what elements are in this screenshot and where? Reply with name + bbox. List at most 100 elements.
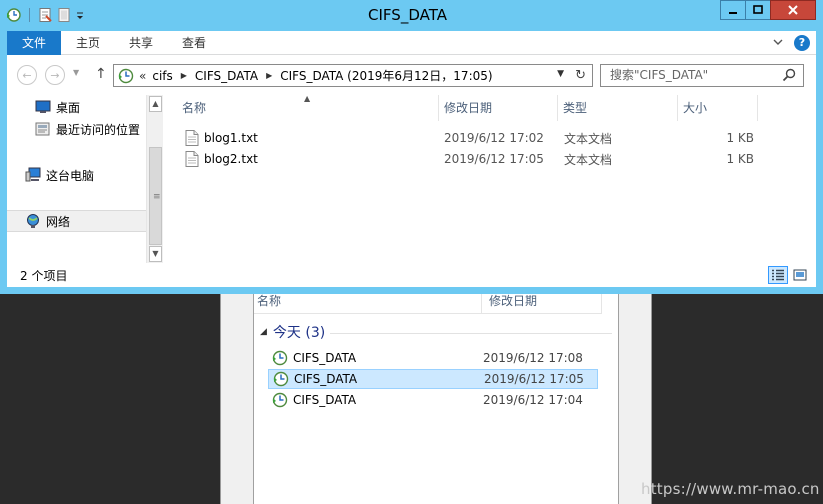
sidebar-item-recent-places[interactable]: 最近访问的位置 [7,118,146,140]
address-dropdown-icon[interactable]: ▼ [557,69,564,79]
large-icons-view-button[interactable] [790,266,810,284]
breadcrumb-separator-icon[interactable]: ▶ [181,71,187,80]
item-count: 2 个项目 [20,269,68,283]
file-list-header: ▲ 名称 修改日期 类型 大小 [165,95,758,121]
previous-versions-list: 名称 修改日期 ◢ 今天 (3) CIFS_DATA 2019/6/12 17:… [253,290,619,504]
version-row[interactable]: CIFS_DATA 2019/6/12 17:08 [268,348,598,368]
details-view-button[interactable] [768,266,788,284]
sidebar-item-label: 网络 [46,214,71,229]
version-name: CIFS_DATA [294,372,358,386]
refresh-icon[interactable]: ↻ [575,68,586,83]
title-bar[interactable]: CIFS_DATA [0,0,823,31]
version-row[interactable]: CIFS_DATA 2019/6/12 17:04 [268,390,598,410]
file-name: blog2.txt [204,152,258,166]
network-folder-icon [273,371,289,387]
breadcrumb-item[interactable]: CIFS_DATA [195,69,258,83]
search-placeholder: 搜索"CIFS_DATA" [610,68,709,82]
large-icons-view-icon [793,269,807,281]
sidebar-item-label: 桌面 [56,100,81,115]
network-folder-icon [272,392,288,408]
file-name: blog1.txt [204,131,258,145]
text-file-icon [185,151,199,167]
column-header-size[interactable]: 大小 [678,95,758,121]
breadcrumb-item[interactable]: CIFS_DATA (2019年6月12日，17:05) [280,67,492,84]
details-view-icon [772,269,784,281]
collapse-triangle-icon[interactable]: ◢ [260,327,267,337]
column-header-type[interactable]: 类型 [558,95,678,121]
tab-file[interactable]: 文件 [7,31,61,55]
text-file-icon [185,130,199,146]
content-area: 桌面 最近访问的位置 这台电脑 网络 ▲ ≡ ▼ ▲ 名称 修改日期 类型 大小… [7,95,816,263]
version-name: CIFS_DATA [293,351,357,365]
up-arrow-icon: ↑ [95,66,107,82]
file-list: ▲ 名称 修改日期 类型 大小 blog1.txt 2019/6/12 17:0… [165,95,816,263]
group-header-today[interactable]: ◢ 今天 (3) [260,322,325,342]
previous-versions-dialog: 名称 修改日期 ◢ 今天 (3) CIFS_DATA 2019/6/12 17:… [220,290,652,504]
help-button[interactable]: ? [794,35,810,51]
sidebar-item-label: 最近访问的位置 [56,122,141,137]
file-size: 1 KB [726,152,754,166]
back-button[interactable]: ← [17,65,37,85]
close-icon [788,5,798,15]
file-modified: 2019/6/12 17:05 [444,152,544,166]
back-arrow-icon: ← [22,68,32,82]
expand-ribbon-icon[interactable] [772,36,784,48]
version-date: 2019/6/12 17:04 [483,393,583,407]
recent-places-icon [35,122,50,136]
network-folder-icon [118,68,134,83]
version-date: 2019/6/12 17:05 [484,372,584,386]
version-date: 2019/6/12 17:08 [483,351,583,365]
watermark: https://www.mr-mao.cn [641,480,820,498]
status-bar: 2 个项目 [7,263,816,287]
window-title: CIFS_DATA [368,6,447,24]
window-controls [720,0,816,20]
sidebar-item-network[interactable]: 网络 [7,210,146,232]
column-header-modified[interactable]: 修改日期 [439,95,558,121]
version-name: CIFS_DATA [293,393,357,407]
minimize-button[interactable] [720,0,746,20]
file-modified: 2019/6/12 17:02 [444,131,544,145]
group-label: 今天 (3) [272,325,326,341]
scroll-grip-icon: ≡ [153,192,161,202]
navigation-bar: ← → ▼ ↑ « cifs ▶ CIFS_DATA ▶ CIFS_DATA (… [7,55,816,95]
network-icon [27,214,39,228]
network-folder-icon [272,350,288,366]
sidebar-item-label: 这台电脑 [46,168,95,183]
scroll-down-arrow-icon[interactable]: ▼ [149,246,162,262]
close-button[interactable] [770,0,816,20]
group-divider [330,333,612,334]
breadcrumb-item[interactable]: cifs [152,69,172,83]
explorer-window: CIFS_DATA 文件 主页 共享 查看 ? ← → ▼ ↑ « cifs ▶… [0,0,823,294]
forward-arrow-icon: → [50,68,60,82]
breadcrumb-separator-icon[interactable]: ▶ [266,71,272,80]
scroll-up-arrow-icon[interactable]: ▲ [149,96,162,112]
ribbon-tabs: 文件 主页 共享 查看 ? [7,31,816,55]
tab-view[interactable]: 查看 [167,31,221,55]
navigation-pane-scrollbar[interactable]: ▲ ≡ ▼ [146,95,163,263]
up-button[interactable]: ↑ [95,66,107,82]
breadcrumb-overflow[interactable]: « [139,69,146,83]
file-type: 文本文档 [564,131,613,146]
recent-locations-dropdown[interactable]: ▼ [73,68,79,77]
file-row[interactable]: blog2.txt 2019/6/12 17:05 文本文档 1 KB [185,149,764,169]
tab-share[interactable]: 共享 [115,31,167,55]
column-header-name[interactable]: 名称 [165,95,439,121]
address-bar[interactable]: « cifs ▶ CIFS_DATA ▶ CIFS_DATA (2019年6月1… [113,64,593,87]
minimize-icon [729,12,737,14]
desktop-icon [35,100,51,113]
sidebar-item-desktop[interactable]: 桌面 [7,96,146,118]
forward-button[interactable]: → [45,65,65,85]
maximize-button[interactable] [745,0,771,20]
tab-home[interactable]: 主页 [61,31,115,55]
sidebar-item-this-pc[interactable]: 这台电脑 [7,164,146,186]
maximize-icon [753,5,763,14]
navigation-pane: 桌面 最近访问的位置 这台电脑 网络 ▲ ≡ ▼ [7,95,163,263]
file-size: 1 KB [726,131,754,145]
search-input[interactable]: 搜索"CIFS_DATA" [600,64,804,87]
file-row[interactable]: blog1.txt 2019/6/12 17:02 文本文档 1 KB [185,128,764,148]
file-type: 文本文档 [564,152,613,167]
search-icon[interactable] [781,67,797,83]
computer-icon [25,167,41,182]
scroll-thumb[interactable]: ≡ [149,147,162,245]
version-row-selected[interactable]: CIFS_DATA 2019/6/12 17:05 [268,369,598,389]
